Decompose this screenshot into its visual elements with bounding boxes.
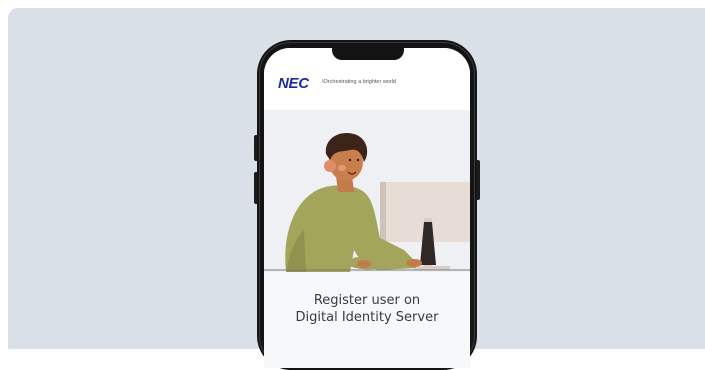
person-at-desk-illustration [264,132,470,272]
screen-footer: Register user on Digital Identity Server [264,272,470,368]
nec-logo: NEC [278,75,309,92]
phone-screen: NEC \Orchestrating a brighter world Regi… [264,48,470,368]
person-hand [406,259,422,267]
screen-title-line-2: Digital Identity Server [295,310,439,325]
screen-title-line-1: Register user on [313,293,421,308]
phone-notch [332,46,404,60]
illustration [264,110,470,272]
brand-tagline: \Orchestrating a brighter world [322,79,396,85]
